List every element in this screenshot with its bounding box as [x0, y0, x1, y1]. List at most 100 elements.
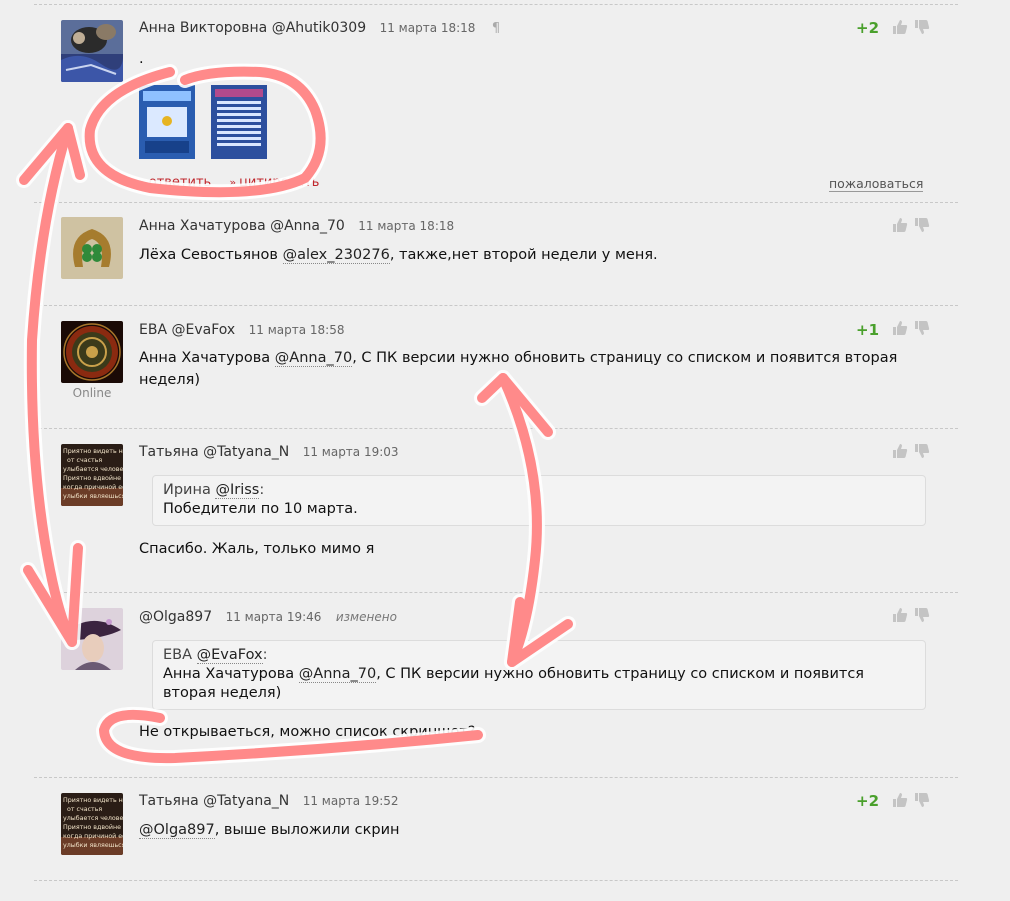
author-handle[interactable]: @EvaFox	[171, 322, 235, 338]
comment-text-body: , также,нет второй недели у меня.	[389, 247, 658, 263]
quote-mention-link[interactable]: @Anna_70	[298, 666, 377, 683]
comment-time[interactable]: 11 марта 19:46	[226, 610, 322, 624]
comment-meta: @Olga897 11 марта 19:46 изменено	[139, 609, 397, 625]
permalink-icon[interactable]: ¶	[492, 21, 500, 36]
vote-buttons	[892, 19, 930, 35]
vote-buttons	[892, 320, 930, 336]
comment-time[interactable]: 11 марта 18:18	[380, 21, 476, 35]
author-handle[interactable]: @Ahutik0309	[272, 20, 366, 36]
comment-time[interactable]: 11 марта 18:58	[249, 323, 345, 337]
thumbs-up-icon[interactable]	[892, 792, 908, 808]
thumbs-up-icon[interactable]	[892, 607, 908, 623]
vote-buttons	[892, 217, 930, 233]
author-name[interactable]: Анна Викторовна	[139, 20, 267, 36]
quote-block: Ирина @Iriss: Победители по 10 марта.	[152, 475, 926, 526]
comment-text: Лёха Севостьянов @alex_230276, также,нет…	[139, 244, 658, 266]
comment-meta: Анна Хачатурова @Anna_70 11 марта 18:18	[139, 218, 454, 234]
author-name[interactable]: Анна Хачатурова	[139, 218, 266, 234]
comment-time[interactable]: 11 марта 19:52	[303, 794, 399, 808]
svg-text:Приятно видеть на: Приятно видеть на	[63, 448, 123, 455]
avatar[interactable]	[61, 608, 123, 670]
comment-text: Не открываеться, можно список скриншот?	[139, 724, 476, 740]
svg-text:Приятно видеть на: Приятно видеть на	[63, 797, 123, 804]
separator	[34, 305, 958, 306]
chevron-right-icon: »	[139, 176, 146, 189]
avatar[interactable]: Приятно видеть на от счастья улыбается ч…	[61, 444, 123, 506]
thumbs-down-icon[interactable]	[914, 443, 930, 459]
quote-text: Анна Хачатурова @Anna_70, С ПК версии ну…	[163, 665, 915, 703]
avatar[interactable]: Приятно видеть на от счастья улыбается ч…	[61, 793, 123, 855]
thumbs-down-icon[interactable]	[914, 19, 930, 35]
svg-text:улыбается человек: улыбается человек	[63, 465, 123, 473]
mention-name: Анна Хачатурова	[139, 350, 271, 366]
separator	[34, 777, 958, 778]
quote-author: ЕВА	[163, 647, 193, 663]
attached-image[interactable]	[211, 85, 267, 159]
attached-image[interactable]	[139, 85, 195, 159]
author-handle[interactable]: @Tatyana_N	[203, 793, 289, 809]
comment-time[interactable]: 11 марта 19:03	[303, 445, 399, 459]
thumbs-down-icon[interactable]	[914, 217, 930, 233]
avatar[interactable]	[61, 217, 123, 279]
comment-actions: » ответить » цитировать	[139, 175, 333, 190]
quote-text: Победители по 10 марта.	[163, 501, 358, 517]
mention-link[interactable]: @Anna_70	[274, 350, 353, 367]
edited-label: изменено	[335, 610, 397, 624]
svg-text:улыбки являешься: улыбки являешься	[63, 841, 123, 849]
quote-author-handle[interactable]: @Iriss	[215, 482, 260, 499]
separator	[34, 880, 958, 881]
thumbs-up-icon[interactable]	[892, 320, 908, 336]
avatar[interactable]	[61, 321, 123, 383]
svg-text:когда причиной её: когда причиной её	[63, 483, 123, 491]
comment-text-body: , выше выложили скрин	[214, 822, 400, 838]
thumbs-down-icon[interactable]	[914, 607, 930, 623]
comment-meta: ЕВА @EvaFox 11 марта 18:58	[139, 322, 344, 338]
vote-buttons	[892, 443, 930, 459]
comment-time[interactable]: 11 марта 18:18	[358, 219, 454, 233]
author-handle[interactable]: @Olga897	[139, 609, 212, 625]
svg-text:Приятно вдвойне: Приятно вдвойне	[63, 474, 121, 482]
thumbs-down-icon[interactable]	[914, 320, 930, 336]
online-status: Online	[72, 386, 112, 400]
separator	[34, 428, 958, 429]
complain-link[interactable]: пожаловаться	[829, 176, 924, 192]
mention-link[interactable]: @alex_230276	[282, 247, 390, 264]
vote-buttons	[892, 607, 930, 623]
comment-text: Анна Хачатурова @Anna_70, С ПК версии ну…	[139, 347, 899, 391]
comment-score: +2	[856, 19, 880, 37]
avatar[interactable]	[61, 20, 123, 82]
author-name[interactable]: ЕВА	[139, 322, 167, 338]
svg-text:улыбки являешься: улыбки являешься	[63, 492, 123, 500]
svg-text:от счастья: от счастья	[67, 806, 102, 813]
thumbs-up-icon[interactable]	[892, 19, 908, 35]
separator	[34, 592, 958, 593]
reply-link[interactable]: ответить	[149, 175, 211, 190]
svg-text:улыбается человек: улыбается человек	[63, 814, 123, 822]
thumbs-down-icon[interactable]	[914, 792, 930, 808]
comment-meta: Татьяна @Tatyana_N 11 марта 19:52	[139, 793, 399, 809]
author-handle[interactable]: @Anna_70	[270, 218, 345, 234]
mention-name: Лёха Севостьянов	[139, 247, 278, 263]
separator	[34, 202, 958, 203]
author-name[interactable]: Татьяна	[139, 444, 199, 460]
comment-score: +1	[856, 321, 880, 339]
separator	[34, 4, 958, 5]
quote-block: ЕВА @EvaFox: Анна Хачатурова @Anna_70, С…	[152, 640, 926, 710]
quote-header: ЕВА @EvaFox:	[163, 647, 268, 664]
comment-text: Спасибо. Жаль, только мимо я	[139, 541, 375, 557]
quote-link[interactable]: цитировать	[239, 175, 319, 190]
comment-text: .	[139, 51, 144, 67]
thumbs-up-icon[interactable]	[892, 217, 908, 233]
mention-link[interactable]: @Olga897	[139, 822, 215, 839]
quote-author-handle[interactable]: @EvaFox	[196, 647, 263, 664]
comment-text: @Olga897, выше выложили скрин	[139, 819, 400, 841]
chevron-right-icon: »	[229, 176, 237, 189]
comment-meta: Татьяна @Tatyana_N 11 марта 19:03	[139, 444, 399, 460]
vote-buttons	[892, 792, 930, 808]
thumbs-up-icon[interactable]	[892, 443, 908, 459]
svg-text:когда причиной её: когда причиной её	[63, 832, 123, 840]
author-name[interactable]: Татьяна	[139, 793, 199, 809]
author-handle[interactable]: @Tatyana_N	[203, 444, 289, 460]
comment-meta: Анна Викторовна @Ahutik0309 11 марта 18:…	[139, 20, 500, 36]
quote-author: Ирина	[163, 482, 211, 498]
